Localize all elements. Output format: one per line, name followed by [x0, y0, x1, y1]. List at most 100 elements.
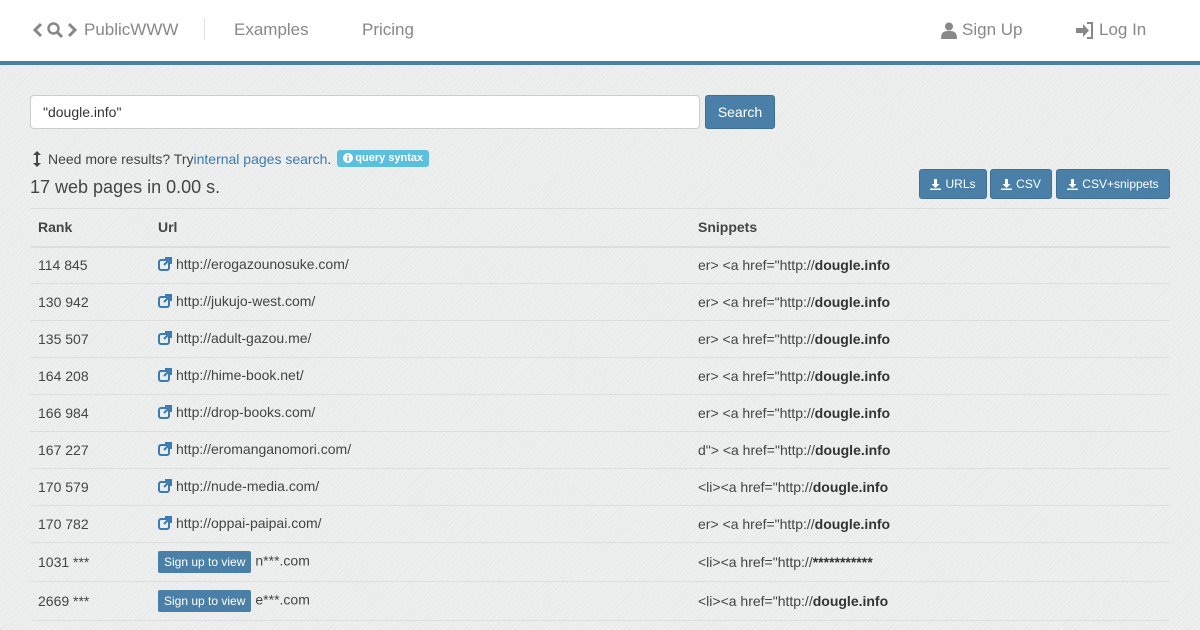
snippet-text: er> <a href="http://	[698, 294, 815, 310]
external-link-icon	[158, 405, 172, 419]
url-cell: http://eromanganomori.com/	[150, 431, 690, 469]
download-urls-label: URLs	[945, 177, 976, 191]
sign-in-icon	[1076, 21, 1093, 39]
url-cell: Sign up to view n***.com	[150, 542, 690, 582]
table-row-locked: 1031 *** Sign up to view n***.com <li><a hr…	[30, 542, 1170, 582]
query-syntax-badge[interactable]: query syntax	[337, 150, 430, 167]
snippet-match: dougle.info	[814, 516, 891, 532]
table-row: 114 845 http://erogazounosuke.com/er> <a …	[30, 246, 1170, 284]
table-row: 130 942 http://jukujo-west.com/er> <a hre…	[30, 283, 1170, 321]
login-link[interactable]: Log In	[1076, 20, 1146, 40]
table-row: 166 984 http://drop-books.com/er> <a href…	[30, 394, 1170, 432]
snippet-cell: er> <a href="http://dougle.info	[690, 246, 1170, 284]
download-csv-button[interactable]: CSV	[990, 169, 1052, 199]
snippet-match: dougle.info	[812, 479, 889, 495]
result-url-text: http://oppai-paipai.com/	[176, 515, 322, 531]
url-cell: http://nude-media.com/	[150, 468, 690, 506]
external-link-icon	[158, 294, 172, 308]
download-csv-snippets-button[interactable]: CSV+snippets	[1056, 169, 1170, 199]
snippet-text: d"> <a href="http://	[698, 442, 815, 458]
internal-pages-search-link[interactable]: internal pages search	[194, 151, 328, 167]
sign-up-to-view-button[interactable]: Sign up to view	[158, 590, 252, 612]
rank-cell: 130 942	[30, 283, 150, 321]
rank-cell: 166 984	[30, 394, 150, 432]
result-url-link[interactable]: http://drop-books.com/	[158, 404, 315, 420]
brand-logo[interactable]: PublicWWW	[32, 18, 178, 42]
snippet-match: dougle.info	[814, 405, 891, 421]
result-url-text: http://erogazounosuke.com/	[176, 256, 349, 273]
result-url-link[interactable]: http://jukujo-west.com/	[158, 293, 315, 309]
table-row: 167 227 http://eromanganomori.com/d"> <a …	[30, 431, 1170, 469]
snippet-match: dougle.info	[814, 257, 891, 274]
table-row: 170 782 http://oppai-paipai.com/er> <a hr…	[30, 505, 1170, 543]
snippet-text: <li><a href="http://	[698, 554, 813, 570]
snippet-match: dougle.info	[814, 294, 891, 310]
search-input[interactable]	[30, 95, 700, 129]
rank-cell: 167 227	[30, 431, 150, 469]
result-url-link[interactable]: http://adult-gazou.me/	[158, 330, 311, 346]
snippet-match: dougle.info	[814, 368, 891, 384]
nav-pricing-link[interactable]: Pricing	[362, 20, 414, 40]
snippet-cell: er> <a href="http://dougle.info	[690, 505, 1170, 543]
download-icon	[1067, 178, 1079, 190]
rank-cell: 170 579	[30, 468, 150, 506]
snippets-column-header: Snippets	[690, 208, 1170, 248]
result-url-text: http://nude-media.com/	[176, 478, 320, 494]
snippet-text: <li><a href="http://	[698, 593, 813, 609]
search-button[interactable]: Search	[705, 95, 775, 129]
result-count: 17 web pages in 0.00 s.	[30, 177, 221, 197]
snippet-cell: er> <a href="http://dougle.info	[690, 394, 1170, 432]
snippet-text: <li><a href="http://	[698, 479, 813, 495]
search-icon	[47, 22, 64, 39]
snippet-text: er> <a href="http://	[698, 331, 815, 347]
download-csv-snippets-label: CSV+snippets	[1082, 177, 1159, 191]
result-url-link[interactable]: http://eromanganomori.com/	[158, 441, 351, 457]
download-csv-label: CSV	[1016, 177, 1041, 191]
rank-cell: 2669 ***	[30, 581, 150, 621]
result-url-link[interactable]: http://nude-media.com/	[158, 478, 319, 494]
snippet-cell: er> <a href="http://dougle.info	[690, 283, 1170, 321]
result-url-link[interactable]: http://hime-book.net/	[158, 367, 304, 383]
result-url-link[interactable]: http://oppai-paipai.com/	[158, 515, 322, 531]
result-url-text: http://jukujo-west.com/	[176, 293, 316, 309]
external-link-icon	[158, 257, 172, 272]
user-icon	[941, 22, 957, 39]
snippet-cell: <li><a href="http://dougle.info	[690, 468, 1170, 506]
snippet-cell: er> <a href="http://dougle.info	[690, 357, 1170, 395]
table-row-locked: 2669 *** Sign up to view e***.com <li><a hr…	[30, 581, 1170, 621]
download-urls-button[interactable]: URLs	[919, 169, 987, 199]
download-icon	[1001, 178, 1013, 190]
snippet-match: dougle.info	[814, 442, 891, 458]
sign-up-to-view-button[interactable]: Sign up to view	[158, 551, 252, 573]
rank-cell: 135 507	[30, 320, 150, 358]
snippet-match: dougle.info	[812, 593, 889, 609]
table-header-row: Rank Url Snippets	[30, 208, 1170, 248]
nav-divider	[204, 18, 205, 40]
vertical-resize-icon	[33, 150, 41, 167]
snippet-match: dougle.info	[814, 331, 891, 347]
brand-name: PublicWWW	[84, 20, 179, 39]
rank-column-header: Rank	[30, 208, 150, 248]
more-results-hint: Need more results? Try internal pages se…	[32, 150, 430, 167]
rank-cell: 170 782	[30, 505, 150, 543]
snippet-text: er> <a href="http://	[698, 368, 815, 384]
snippet-cell: d"> <a href="http://dougle.info	[690, 431, 1170, 469]
external-link-icon	[158, 368, 172, 382]
result-url-text: http://hime-book.net/	[176, 367, 304, 383]
snippet-text: er> <a href="http://	[698, 516, 815, 532]
signup-link[interactable]: Sign Up	[941, 20, 1022, 40]
top-navbar: PublicWWW Examples Pricing Sign Up Log I…	[0, 0, 1200, 65]
url-cell: http://jukujo-west.com/	[150, 283, 690, 321]
query-syntax-label: query syntax	[355, 152, 424, 164]
url-cell: http://erogazounosuke.com/	[150, 246, 690, 284]
results-table: Rank Url Snippets 114 845 http://erogazou…	[30, 208, 1170, 621]
snippet-match: ***********	[812, 554, 873, 570]
snippet-cell: er> <a href="http://dougle.info	[690, 320, 1170, 358]
external-link-icon	[158, 331, 172, 345]
result-url-link[interactable]: http://erogazounosuke.com/	[158, 256, 349, 272]
result-url-text: http://eromanganomori.com/	[176, 441, 352, 457]
url-cell: http://drop-books.com/	[150, 394, 690, 432]
chevron-left-icon	[32, 22, 43, 38]
nav-examples-link[interactable]: Examples	[234, 20, 309, 40]
url-cell: Sign up to view e***.com	[150, 581, 690, 621]
